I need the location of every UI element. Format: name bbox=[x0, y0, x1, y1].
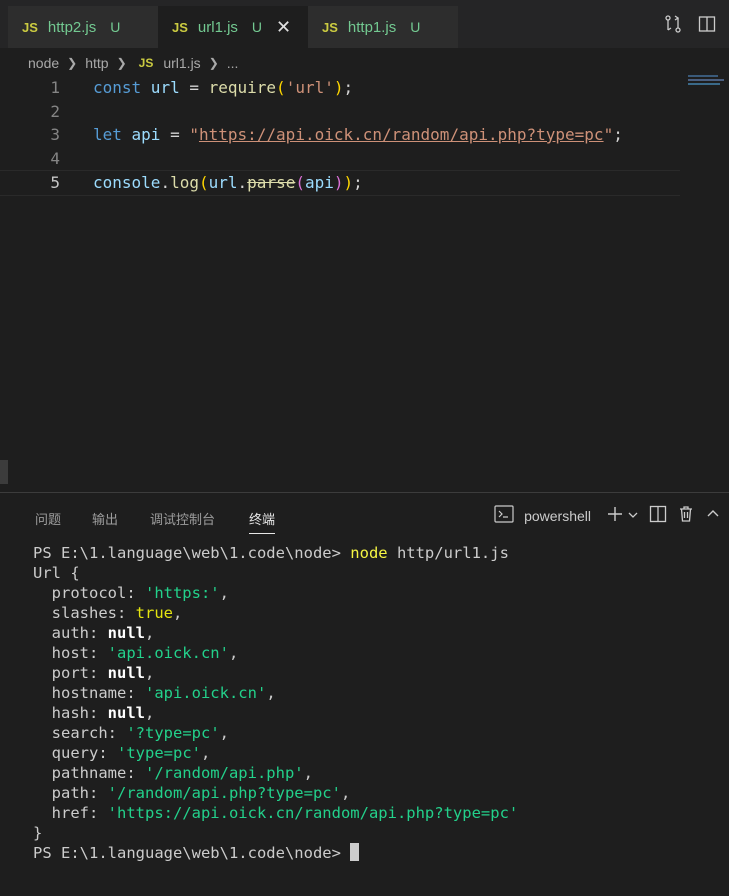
untracked-badge: U bbox=[410, 19, 421, 35]
breadcrumb-folder-node[interactable]: node bbox=[28, 55, 59, 71]
field-value: 'https:' bbox=[144, 584, 220, 602]
breadcrumb-folder-http[interactable]: http bbox=[85, 55, 108, 71]
tab-url1-js[interactable]: JS url1.js U ✕ bbox=[158, 6, 308, 48]
editor-tab-bar: JS http2.js U JS url1.js U ✕ JS http1.js… bbox=[0, 0, 729, 48]
code-line: 1 const url = require('url'); bbox=[0, 76, 680, 100]
tab-label: http2.js bbox=[47, 18, 97, 36]
tab-http2-js[interactable]: JS http2.js U bbox=[8, 6, 158, 48]
javascript-file-icon: JS bbox=[22, 19, 38, 35]
line-number: 5 bbox=[50, 173, 60, 192]
field-key: port: bbox=[33, 664, 108, 682]
shell-name[interactable]: powershell bbox=[524, 508, 591, 524]
code-editor[interactable]: 1 const url = require('url'); 2 3 let ap… bbox=[0, 76, 729, 492]
code-line: 3 let api = "https://api.oick.cn/random/… bbox=[0, 123, 680, 147]
field-value: null bbox=[107, 624, 145, 642]
code-line: 2 bbox=[0, 100, 680, 124]
chevron-right-icon: ❯ bbox=[67, 56, 78, 70]
field-key: path: bbox=[33, 784, 108, 802]
terminal-prompt: PS E:\1.language\web\1.code\node> bbox=[33, 544, 351, 562]
terminal-command: node bbox=[350, 544, 388, 562]
javascript-file-icon: JS bbox=[322, 19, 338, 35]
terminal-command-arg: http/url1.js bbox=[387, 544, 509, 562]
compare-changes-icon[interactable] bbox=[663, 14, 683, 39]
code-text: const url = require('url'); bbox=[93, 78, 354, 97]
field-key: slashes: bbox=[33, 604, 136, 622]
url-object-fields: protocol: 'https:', slashes: true, auth:… bbox=[33, 584, 519, 822]
code-text: console.log(url.parse(api)); bbox=[93, 173, 363, 192]
line-number: 1 bbox=[50, 78, 60, 97]
field-value: 'https://api.oick.cn/random/api.php?type… bbox=[107, 804, 519, 822]
tab-label: url1.js bbox=[197, 18, 238, 36]
tab-problems[interactable]: 问题 bbox=[35, 509, 61, 528]
field-key: host: bbox=[33, 644, 108, 662]
line-number: 2 bbox=[50, 102, 60, 121]
trash-icon[interactable] bbox=[677, 505, 695, 526]
terminal-line: Url { bbox=[33, 564, 80, 582]
code-text: let api = "https://api.oick.cn/random/ap… bbox=[93, 125, 623, 144]
plus-icon[interactable] bbox=[607, 506, 623, 525]
split-editor-icon[interactable] bbox=[697, 14, 717, 39]
terminal-toolbar: powershell bbox=[494, 505, 721, 526]
chevron-up-icon[interactable] bbox=[705, 506, 721, 525]
bottom-panel: 问题 输出 调试控制台 终端 powershell PS E:\1.langua… bbox=[0, 492, 729, 896]
field-value: 'type=pc' bbox=[117, 744, 201, 762]
close-icon[interactable]: ✕ bbox=[276, 18, 291, 36]
field-key: query: bbox=[33, 744, 117, 762]
split-terminal-icon[interactable] bbox=[649, 505, 667, 526]
field-value: '?type=pc' bbox=[126, 724, 220, 742]
terminal-output[interactable]: PS E:\1.language\web\1.code\node> node h… bbox=[33, 543, 518, 863]
javascript-file-icon: JS bbox=[172, 19, 188, 35]
url-link[interactable]: https://api.oick.cn/random/api.php?type=… bbox=[199, 125, 604, 144]
breadcrumb: node ❯ http ❯ JS url1.js ❯ ... bbox=[28, 53, 238, 73]
terminal-icon bbox=[494, 505, 514, 526]
field-key: auth: bbox=[33, 624, 108, 642]
chevron-right-icon: ❯ bbox=[208, 56, 219, 70]
field-value: '/random/api.php?type=pc' bbox=[107, 784, 341, 802]
tab-terminal[interactable]: 终端 bbox=[249, 509, 276, 534]
field-value: null bbox=[107, 704, 145, 722]
field-key: search: bbox=[33, 724, 127, 742]
tab-debug-console[interactable]: 调试控制台 bbox=[150, 509, 215, 528]
tab-http1-js[interactable]: JS http1.js U bbox=[308, 6, 458, 48]
breadcrumb-file[interactable]: url1.js bbox=[163, 55, 200, 71]
terminal-cursor bbox=[350, 843, 360, 861]
field-key: pathname: bbox=[33, 764, 145, 782]
code-line: 4 bbox=[0, 147, 680, 171]
field-value: '/random/api.php' bbox=[144, 764, 304, 782]
field-key: protocol: bbox=[33, 584, 145, 602]
field-value: true bbox=[135, 604, 173, 622]
field-value: 'api.oick.cn' bbox=[107, 644, 229, 662]
untracked-badge: U bbox=[251, 19, 263, 35]
untracked-badge: U bbox=[110, 19, 121, 35]
code-line-current: 5 console.log(url.parse(api)); bbox=[0, 170, 680, 196]
terminal-prompt: PS E:\1.language\web\1.code\node> bbox=[33, 844, 351, 862]
field-key: href: bbox=[33, 804, 108, 822]
editor-actions bbox=[663, 14, 717, 39]
field-key: hostname: bbox=[33, 684, 145, 702]
field-key: hash: bbox=[33, 704, 108, 722]
deprecated-method: parse bbox=[247, 173, 296, 192]
chevron-down-icon[interactable] bbox=[627, 508, 639, 524]
line-number: 4 bbox=[50, 149, 60, 168]
breadcrumb-symbols[interactable]: ... bbox=[227, 55, 239, 71]
javascript-file-icon: JS bbox=[138, 56, 154, 70]
scrollbar-indicator bbox=[0, 460, 8, 484]
tab-output[interactable]: 输出 bbox=[92, 509, 118, 528]
field-value: null bbox=[107, 664, 145, 682]
field-value: 'api.oick.cn' bbox=[144, 684, 267, 702]
panel-tabs: 问题 输出 调试控制台 终端 powershell bbox=[0, 493, 729, 539]
terminal-line: } bbox=[33, 824, 43, 842]
tab-label: http1.js bbox=[347, 18, 397, 36]
minimap[interactable] bbox=[688, 75, 724, 87]
line-number: 3 bbox=[50, 125, 60, 144]
chevron-right-icon: ❯ bbox=[116, 56, 127, 70]
